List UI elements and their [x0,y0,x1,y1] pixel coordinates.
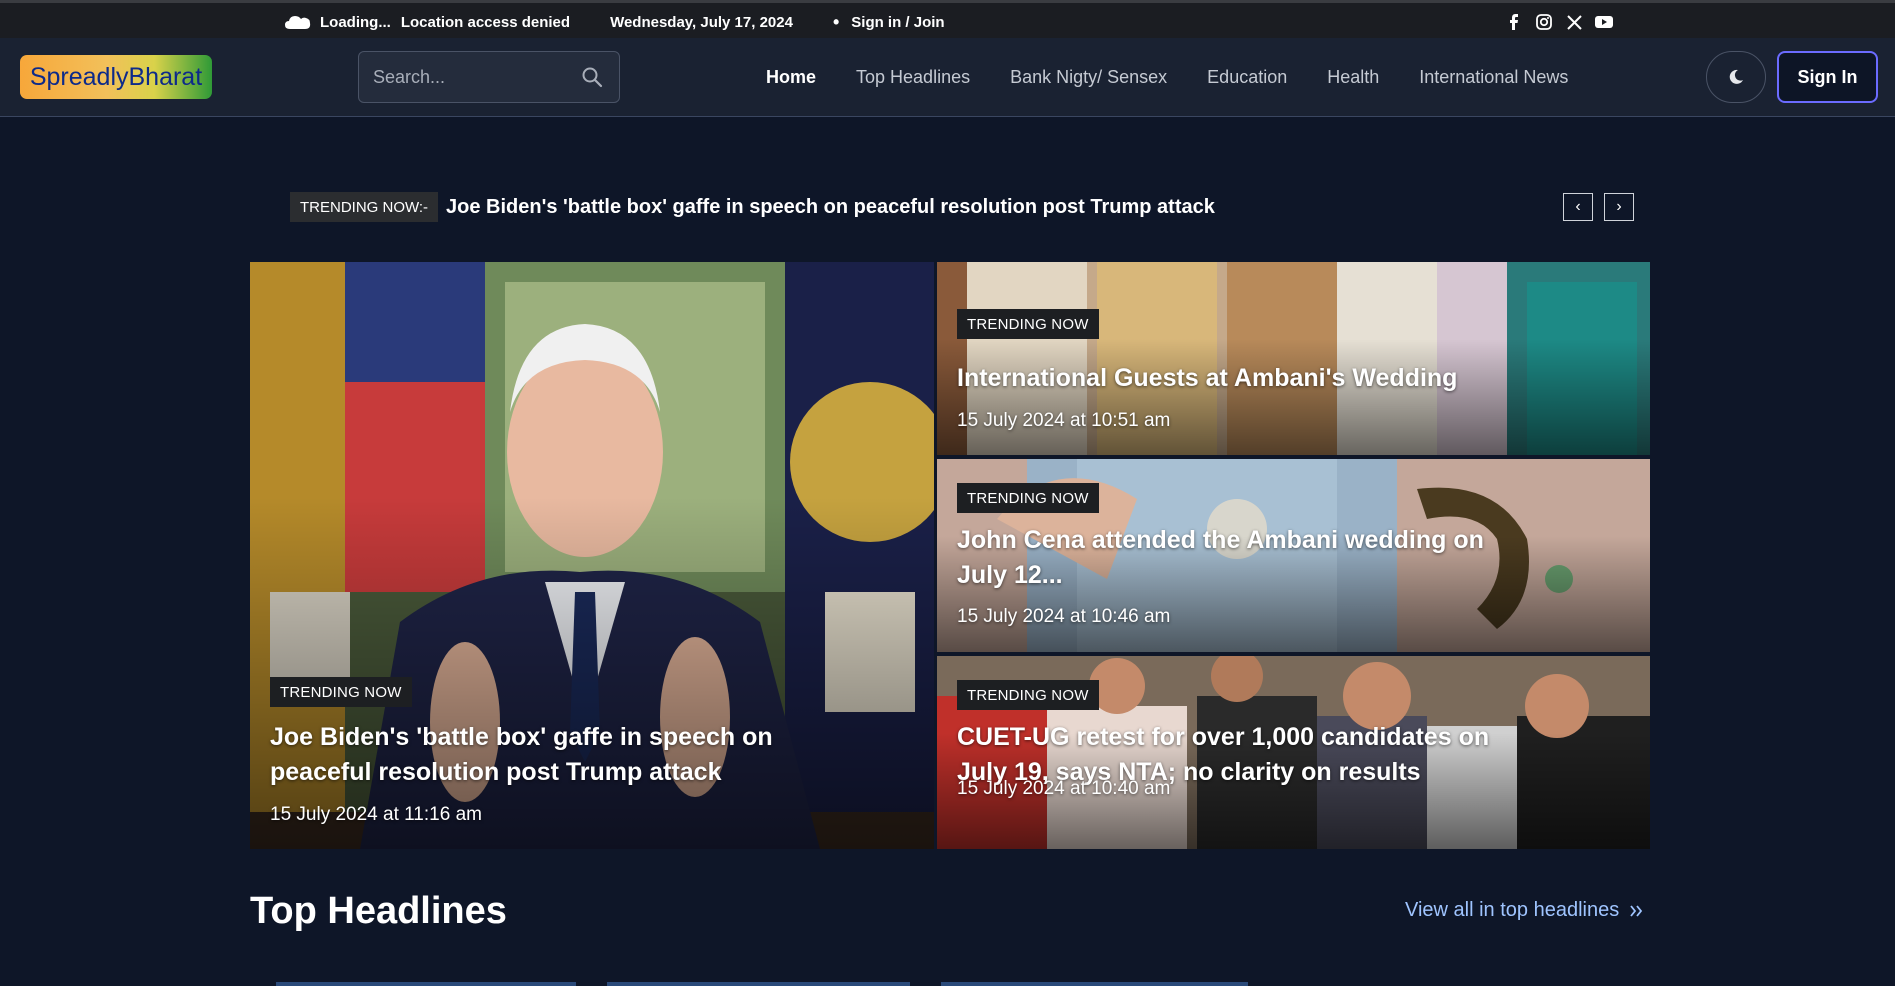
view-all-label: View all in top headlines [1405,899,1620,921]
side-card-title[interactable]: John Cena attended the Ambani wedding on… [957,523,1487,593]
search-box [358,51,620,103]
side-card-date: 15 July 2024 at 10:46 am [957,606,1171,627]
side-card-ambani-guests[interactable]: TRENDING NOW International Guests at Amb… [937,262,1650,455]
instagram-icon[interactable] [1535,13,1553,31]
side-card-date: 15 July 2024 at 10:51 am [957,410,1171,431]
facebook-icon[interactable] [1505,13,1523,31]
nav-health[interactable]: Health [1327,67,1379,88]
current-date: Wednesday, July 17, 2024 [610,13,793,31]
side-card-date: 15 July 2024 at 10:40 am [957,778,1171,799]
side-card-badge: TRENDING NOW [957,309,1099,339]
search-icon[interactable] [581,66,603,88]
nav-home[interactable]: Home [766,67,816,88]
top-utility-bar: Loading... Location access denied Wednes… [0,0,1895,38]
main-navbar: SpreadlyBharat Home Top Headlines Bank N… [0,38,1895,117]
trending-label: TRENDING NOW:- [290,192,439,222]
logo-text: SpreadlyBharat [29,62,203,91]
signin-join-link[interactable]: Sign in / Join [851,14,944,31]
next-card-peek [607,982,910,986]
nav-international-news[interactable]: International News [1419,67,1568,88]
next-card-peek [941,982,1248,986]
hero-main-overlay [250,496,934,849]
primary-nav: Home Top Headlines Bank Nigty/ Sensex Ed… [766,38,1568,117]
weather-loading-text: Loading... [320,13,391,31]
section-title-top-headlines: Top Headlines [250,890,507,932]
side-card-john-cena[interactable]: TRENDING NOW John Cena attended the Amba… [937,459,1650,652]
bullet-separator: • [832,11,840,32]
double-chevron-right-icon [1630,904,1643,917]
site-logo[interactable]: SpreadlyBharat [20,55,212,99]
x-icon[interactable] [1565,13,1583,31]
sign-in-button[interactable]: Sign In [1777,51,1878,103]
next-card-peek [276,982,576,986]
view-all-top-headlines-link[interactable]: View all in top headlines [1405,899,1643,922]
search-input[interactable] [373,66,573,88]
social-links [1505,3,1613,41]
cloud-icon [285,16,311,29]
youtube-icon[interactable] [1595,13,1613,31]
chevron-left-icon: ‹ [1575,198,1581,215]
nav-bank-nifty-sensex[interactable]: Bank Nigty/ Sensex [1010,67,1167,88]
chevron-right-icon: › [1616,198,1622,215]
side-card-overlay [937,339,1650,455]
hero-main-badge: TRENDING NOW [270,677,412,707]
hero-main-card[interactable]: TRENDING NOW Joe Biden's 'battle box' ga… [250,262,934,849]
ticker-prev-button[interactable]: ‹ [1563,193,1593,221]
side-card-badge: TRENDING NOW [957,483,1099,513]
nav-education[interactable]: Education [1207,67,1287,88]
side-card-cuet-ug[interactable]: TRENDING NOW CUET-UG retest for over 1,0… [937,656,1650,849]
hero-main-title[interactable]: Joe Biden's 'battle box' gaffe in speech… [270,720,790,790]
location-status: Location access denied [400,13,571,31]
side-card-title[interactable]: International Guests at Ambani's Wedding [957,361,1517,396]
topbar-left: Loading... Location access denied Wednes… [284,3,945,41]
trending-headline[interactable]: Joe Biden's 'battle box' gaffe in speech… [446,193,1215,221]
ticker-next-button[interactable]: › [1604,193,1634,221]
theme-toggle-button[interactable] [1706,51,1766,103]
hero-main-date: 15 July 2024 at 11:16 am [270,804,482,825]
side-card-badge: TRENDING NOW [957,680,1099,710]
moon-icon [1729,69,1743,84]
nav-top-headlines[interactable]: Top Headlines [856,67,970,88]
